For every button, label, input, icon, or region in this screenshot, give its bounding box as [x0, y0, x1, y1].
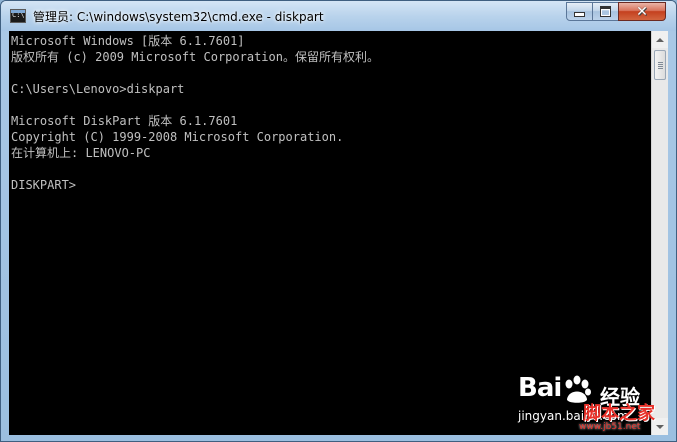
close-button[interactable]: ✕	[618, 2, 666, 21]
cmd-window: C:\ 管理员: C:\windows\system32\cmd.exe - d…	[0, 0, 677, 442]
window-title: 管理员: C:\windows\system32\cmd.exe - diskp…	[33, 10, 324, 24]
maximize-button[interactable]	[592, 2, 619, 21]
minimize-button[interactable]	[566, 2, 593, 21]
maximize-icon	[600, 6, 611, 17]
jb51-url: www.jb51.net	[579, 422, 641, 432]
scroll-thumb[interactable]	[654, 50, 666, 80]
scroll-up-button[interactable]	[652, 31, 668, 48]
baidu-logo-text: Bai	[518, 373, 562, 403]
minimize-icon	[574, 12, 585, 17]
jb51-watermark: 脚本之家 www.jb51.net	[579, 399, 669, 435]
command-prompt-icon[interactable]: C:\	[10, 9, 26, 23]
vertical-scrollbar[interactable]	[651, 31, 668, 435]
scroll-up-arrow-icon	[656, 37, 664, 42]
console-line: C:\Users\Lenovo>diskpart	[11, 82, 185, 96]
app-icon-text: C:\	[12, 11, 25, 19]
console-lines: Microsoft Windows [版本 6.1.7601] 版权所有 (c)…	[11, 33, 379, 193]
console-line: 在计算机上: LENOVO-PC	[11, 146, 151, 160]
console-line: 版权所有 (c) 2009 Microsoft Corporation。保留所有…	[11, 50, 379, 64]
console-line: Microsoft Windows [版本 6.1.7601]	[11, 34, 245, 48]
console-line: Copyright (C) 1999-2008 Microsoft Corpor…	[11, 130, 344, 144]
console-line: Microsoft DiskPart 版本 6.1.7601	[11, 114, 238, 128]
thumb-grip-icon	[658, 62, 663, 69]
close-icon: ✕	[636, 3, 648, 20]
console-prompt-line[interactable]: DISKPART>	[11, 177, 379, 193]
title-bar[interactable]: C:\ 管理员: C:\windows\system32\cmd.exe - d…	[1, 1, 676, 31]
